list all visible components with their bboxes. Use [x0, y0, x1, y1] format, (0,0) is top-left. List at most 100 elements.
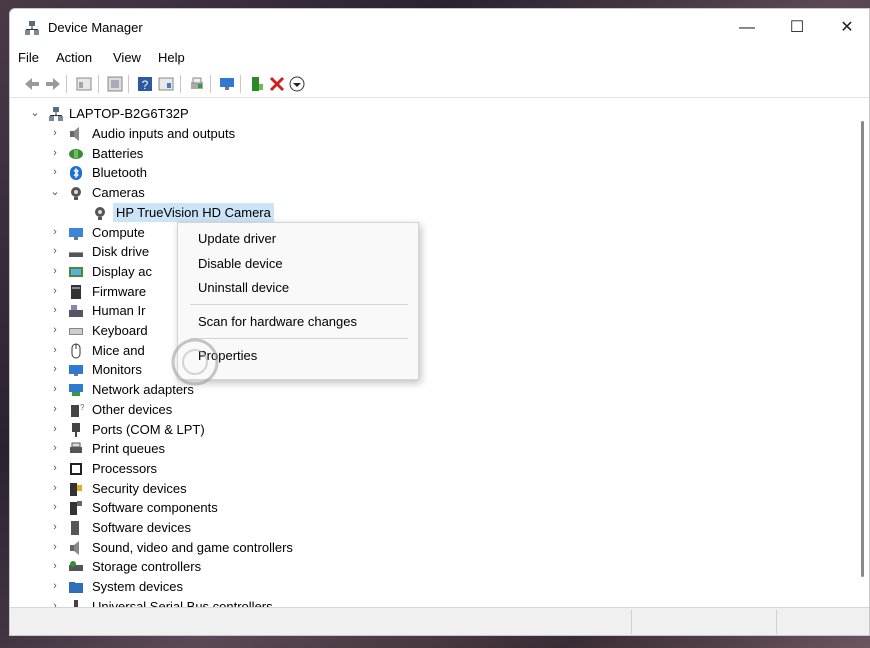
chevron-right-icon[interactable]: ›	[50, 400, 60, 419]
storage-icon	[69, 561, 83, 572]
tree-item-label: Sound, video and game controllers	[92, 539, 293, 555]
port-icon	[72, 422, 80, 437]
close-button[interactable]: ✕	[824, 13, 869, 43]
tree-item-label: Human Ir	[92, 303, 146, 319]
tree-root-label: LAPTOP-B2G6T32P	[69, 106, 189, 121]
svg-text:?: ?	[142, 78, 149, 92]
disable-device-icon[interactable]	[288, 75, 306, 93]
menu-uninstall-device[interactable]: Uninstall device	[198, 280, 289, 295]
window-title: Device Manager	[48, 20, 143, 35]
title-bar: Device Manager — ☐ ✕	[10, 9, 869, 47]
software-device-icon	[71, 521, 79, 535]
monitor-icon	[69, 365, 83, 377]
tree-item-label: Cameras	[92, 185, 145, 201]
camera-icon	[95, 206, 105, 220]
update-icon[interactable]	[106, 75, 124, 93]
menu-action[interactable]: Action	[56, 50, 92, 65]
chevron-right-icon[interactable]: ›	[50, 321, 60, 340]
computer-root-icon	[49, 107, 63, 121]
chevron-right-icon[interactable]: ›	[50, 557, 60, 576]
tree-item-label: Network adapters	[92, 382, 194, 398]
computer-icon	[69, 227, 83, 240]
chevron-right-icon[interactable]: ›	[50, 163, 60, 182]
forward-icon[interactable]	[44, 75, 62, 93]
chevron-down-icon[interactable]: ⌄	[30, 104, 40, 123]
tree-item-label: Mice and	[92, 342, 145, 358]
device-tree: ⌄ LAPTOP-B2G6T32P › Audio inputs and outp…	[10, 101, 856, 607]
uninstall-icon[interactable]	[268, 75, 286, 93]
maximize-button[interactable]: ☐	[774, 13, 820, 43]
chevron-right-icon[interactable]: ›	[50, 538, 60, 557]
menu-separator	[190, 304, 408, 305]
chevron-right-icon[interactable]: ›	[50, 459, 60, 478]
minimize-button[interactable]: —	[724, 13, 770, 43]
tree-item-label: Monitors	[92, 362, 142, 378]
chevron-right-icon[interactable]: ›	[50, 518, 60, 537]
tree-root[interactable]: ⌄ LAPTOP-B2G6T32P	[10, 104, 850, 123]
tree-item-label: Bluetooth	[92, 165, 147, 181]
chevron-right-icon[interactable]: ›	[50, 301, 60, 320]
toolbar: ?	[10, 71, 869, 98]
processor-icon	[70, 462, 82, 475]
menu-disable-device[interactable]: Disable device	[198, 256, 283, 271]
speaker-icon	[70, 540, 79, 555]
print-icon[interactable]	[188, 75, 206, 93]
display-adapter-icon	[69, 266, 83, 277]
tree-item-label: Display ac	[92, 263, 152, 279]
scrollbar-thumb[interactable]	[861, 121, 864, 577]
tree-item-label: Storage controllers	[92, 559, 202, 575]
hid-icon	[69, 305, 83, 318]
tree-item-label: Disk drive	[92, 244, 150, 260]
chevron-right-icon[interactable]: ›	[50, 341, 60, 360]
chevron-right-icon[interactable]: ›	[50, 380, 60, 399]
tree-item-label: Software components	[92, 500, 218, 516]
disk-drive-icon	[69, 252, 83, 258]
tree-item-label: Firmware	[92, 283, 147, 299]
tree-item-label: Security devices	[92, 480, 187, 496]
menu-scan-hardware[interactable]: Scan for hardware changes	[198, 314, 357, 329]
chevron-right-icon[interactable]: ›	[50, 144, 60, 163]
chevron-right-icon[interactable]: ›	[50, 242, 60, 261]
chevron-right-icon[interactable]: ›	[50, 439, 60, 458]
menu-help[interactable]: Help	[158, 50, 185, 65]
tree-item-label: Software devices	[92, 520, 191, 535]
chevron-right-icon[interactable]: ›	[50, 124, 60, 143]
tree-item-label: Other devices	[92, 401, 173, 417]
chevron-right-icon[interactable]: ›	[50, 360, 60, 379]
vertical-scrollbar[interactable]	[856, 101, 869, 607]
tree-item-label: Ports (COM & LPT)	[92, 421, 205, 437]
battery-icon	[69, 148, 83, 159]
folder-icon	[69, 582, 83, 594]
chevron-right-icon[interactable]: ›	[50, 223, 60, 242]
svg-text:?: ?	[80, 403, 84, 412]
menu-separator	[190, 338, 408, 339]
chevron-right-icon[interactable]: ›	[50, 262, 60, 281]
mouse-icon	[71, 343, 81, 359]
speaker-icon	[70, 127, 79, 141]
keyboard-icon	[69, 328, 83, 335]
chevron-right-icon[interactable]: ›	[50, 479, 60, 498]
chevron-right-icon[interactable]: ›	[50, 498, 60, 517]
context-menu: Update driver Disable device Uninstall d…	[177, 222, 419, 380]
help-icon[interactable]: ?	[136, 75, 154, 93]
menu-update-driver[interactable]: Update driver	[198, 231, 276, 246]
tree-item-label: Processors	[92, 460, 158, 476]
chevron-right-icon[interactable]: ›	[50, 577, 60, 596]
chevron-down-icon[interactable]: ⌄	[50, 183, 60, 202]
bluetooth-icon	[70, 166, 82, 181]
tree-item-label: Compute	[92, 224, 145, 240]
properties-icon[interactable]	[75, 75, 93, 93]
menu-view[interactable]: View	[113, 50, 141, 65]
chevron-right-icon[interactable]: ›	[50, 282, 60, 301]
monitor-icon[interactable]	[218, 75, 236, 93]
view-icon[interactable]	[157, 75, 175, 93]
menu-properties[interactable]: Properties	[198, 348, 257, 363]
chevron-right-icon[interactable]: ›	[50, 420, 60, 439]
security-icon	[70, 482, 82, 496]
menu-file[interactable]: File	[18, 50, 39, 65]
chevron-right-icon[interactable]: ›	[50, 597, 60, 607]
tree-item-label: Keyboard	[92, 323, 148, 338]
printer-icon	[70, 442, 82, 454]
enable-device-icon[interactable]	[248, 75, 266, 93]
back-icon[interactable]	[23, 75, 41, 93]
